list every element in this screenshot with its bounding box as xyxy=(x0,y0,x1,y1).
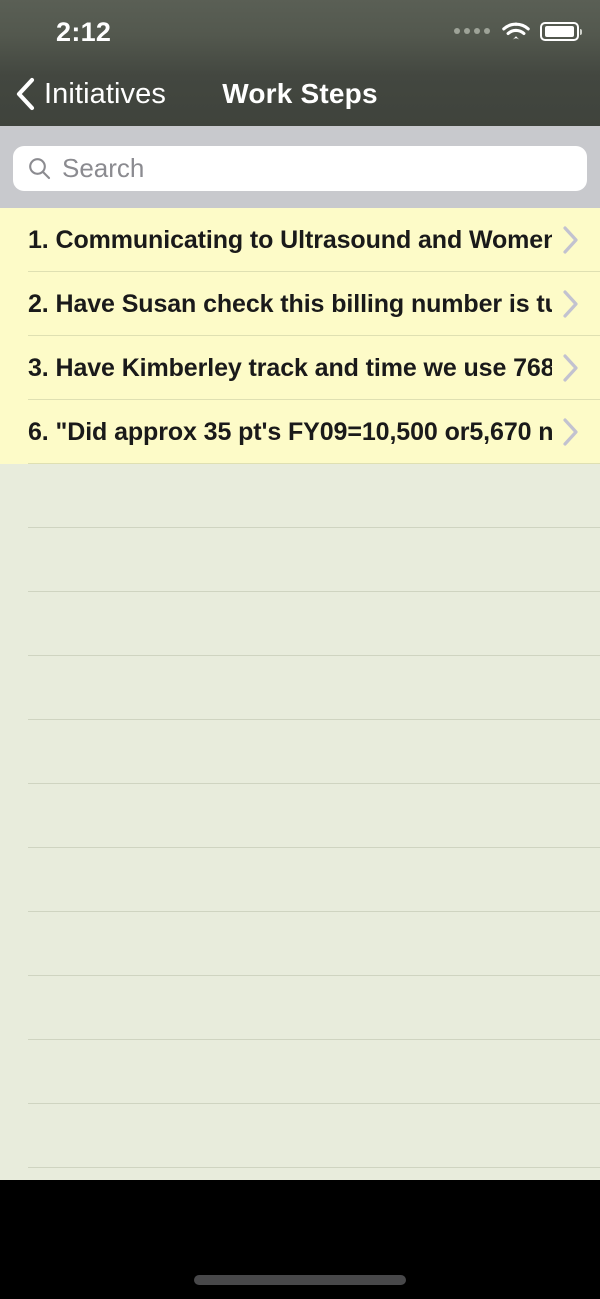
status-bar: 2:12 xyxy=(0,0,600,62)
chevron-left-icon xyxy=(16,77,35,111)
search-field[interactable] xyxy=(13,146,587,191)
cellular-signal-icon xyxy=(454,28,490,34)
row-separator xyxy=(28,1167,600,1168)
work-steps-list[interactable]: 1. Communicating to Ultrasound and Women… xyxy=(0,208,600,1180)
home-indicator[interactable] xyxy=(194,1275,406,1285)
table-row-empty xyxy=(0,1040,600,1104)
table-row-empty xyxy=(0,720,600,784)
status-indicators xyxy=(454,18,582,44)
table-row-empty xyxy=(0,464,600,528)
table-row-empty xyxy=(0,528,600,592)
table-row-empty xyxy=(0,592,600,656)
navigation-bar: 2:12 Work Steps Initiatives xyxy=(0,0,600,126)
table-row-empty xyxy=(0,1104,600,1168)
wifi-icon xyxy=(502,22,530,40)
battery-icon xyxy=(540,21,582,41)
search-icon xyxy=(29,158,51,180)
table-row-empty xyxy=(0,848,600,912)
search-bar xyxy=(0,126,600,208)
phone-screen: 2:12 Work Steps Initiatives Search 1. Co… xyxy=(0,0,600,1299)
table-row-label: 2. Have Susan check this billing number … xyxy=(28,289,552,318)
table-row[interactable]: 3. Have Kimberley track and time we use … xyxy=(0,336,600,400)
status-time: 2:12 xyxy=(56,17,112,47)
table-row-empty xyxy=(0,656,600,720)
table-row-label: 6. "Did approx 35 pt's FY09=10,500 or5,6… xyxy=(28,417,552,446)
table-row-empty xyxy=(0,912,600,976)
table-row-label: 3. Have Kimberley track and time we use … xyxy=(28,353,552,382)
table-row-empty xyxy=(0,784,600,848)
table-row[interactable]: 6. "Did approx 35 pt's FY09=10,500 or5,6… xyxy=(0,400,600,464)
home-bar-area xyxy=(0,1180,600,1299)
back-button[interactable]: Initiatives xyxy=(14,62,166,126)
table-row[interactable]: 1. Communicating to Ultrasound and Women… xyxy=(0,208,600,272)
table-row[interactable]: 2. Have Susan check this billing number … xyxy=(0,272,600,336)
chevron-right-icon xyxy=(563,354,578,382)
chevron-right-icon xyxy=(563,290,578,318)
table-row-empty xyxy=(0,976,600,1040)
back-button-label: Initiatives xyxy=(44,77,166,110)
battery-fill xyxy=(544,25,574,37)
nav-row: Work Steps Initiatives xyxy=(0,62,600,126)
chevron-right-icon xyxy=(563,418,578,446)
table-row-label: 1. Communicating to Ultrasound and Women… xyxy=(28,225,552,254)
chevron-right-icon xyxy=(563,226,578,254)
search-input[interactable] xyxy=(62,153,562,184)
